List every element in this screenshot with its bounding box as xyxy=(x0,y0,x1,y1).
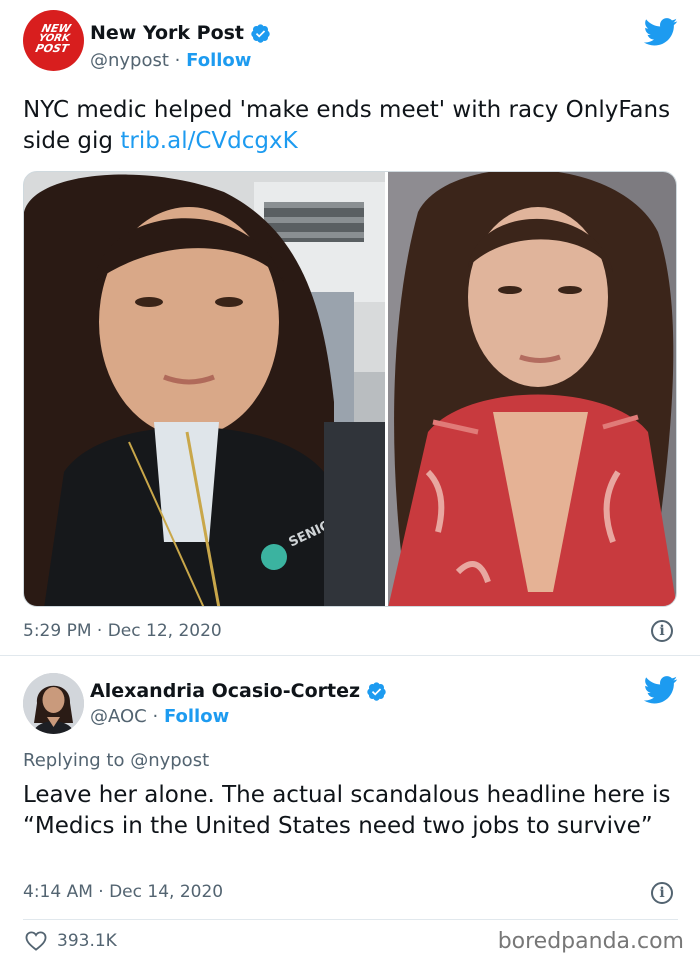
aoc-avatar-image xyxy=(23,673,84,734)
author-handle[interactable]: @AOC xyxy=(90,706,147,727)
author-row: Alexandria Ocasio-Cortez xyxy=(90,680,387,702)
author-handle[interactable]: @nypost xyxy=(90,50,169,71)
author-row: New York Post xyxy=(90,22,271,44)
heart-icon[interactable] xyxy=(25,931,47,951)
info-icon[interactable]: i xyxy=(651,882,673,904)
article-link[interactable]: trib.al/CVdcgxK xyxy=(120,128,297,154)
tweet-text: Leave her alone. The actual scandalous h… xyxy=(23,782,671,839)
medic-photo-image: SENIORCI EMS xyxy=(24,172,385,606)
tweet-aoc: Alexandria Ocasio-Cortez @AOC · Follow R… xyxy=(0,655,700,973)
separator-dot: · xyxy=(174,50,181,71)
separator-dot: · xyxy=(152,706,159,727)
follow-button[interactable]: Follow xyxy=(186,50,251,71)
author-name[interactable]: Alexandria Ocasio-Cortez xyxy=(90,680,360,702)
handle-row: @AOC · Follow xyxy=(90,706,229,727)
verified-badge-icon xyxy=(251,23,270,43)
photo-medic-uniform[interactable]: SENIORCI EMS xyxy=(24,172,385,606)
follow-button[interactable]: Follow xyxy=(164,706,229,727)
replying-to-label[interactable]: Replying to @nypost xyxy=(23,750,209,771)
divider xyxy=(23,919,678,920)
info-icon[interactable]: i xyxy=(651,620,673,642)
photo-selfie-red-robe[interactable] xyxy=(387,172,676,606)
twitter-bird-icon[interactable] xyxy=(644,676,678,704)
handle-row: @nypost · Follow xyxy=(90,50,251,71)
twitter-bird-icon[interactable] xyxy=(644,18,678,46)
timestamp[interactable]: 4:14 AM · Dec 14, 2020 xyxy=(23,882,223,902)
author-name[interactable]: New York Post xyxy=(90,22,244,44)
like-count: 393.1K xyxy=(57,931,117,951)
selfie-photo-image xyxy=(387,172,676,606)
avatar-word-post: POST xyxy=(34,42,70,55)
boredpanda-watermark: boredpanda.com xyxy=(497,929,684,954)
tweet-text: NYC medic helped 'make ends meet' with r… xyxy=(23,95,678,157)
like-action[interactable]: 393.1K xyxy=(25,931,117,951)
tweet-nypost: NEW YORK POST New York Post @nypost · Fo… xyxy=(0,0,700,655)
aoc-avatar[interactable] xyxy=(23,673,84,734)
media-gallery[interactable]: SENIORCI EMS xyxy=(23,171,677,607)
timestamp[interactable]: 5:29 PM · Dec 12, 2020 xyxy=(23,621,222,641)
nypost-avatar[interactable]: NEW YORK POST xyxy=(23,10,84,71)
verified-badge-icon xyxy=(367,681,386,701)
